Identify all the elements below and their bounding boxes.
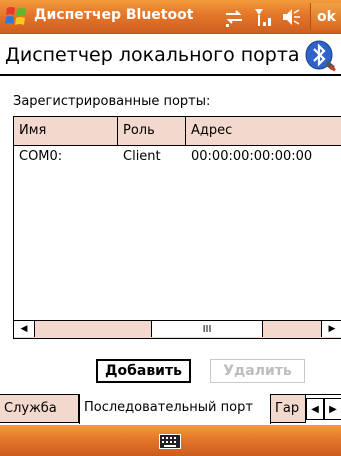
signal-icon[interactable] (252, 6, 274, 28)
windows-start-icon[interactable] (4, 4, 30, 29)
title-bar: Диспетчер Bluetoot ok (0, 0, 341, 34)
header-divider (0, 74, 341, 76)
volume-icon[interactable] (280, 6, 302, 28)
menu-bar (0, 425, 341, 456)
tab-service[interactable]: Служба (0, 395, 79, 423)
tab-strip: Служба Последовательный порт Гар ◀ ▶ (0, 394, 341, 426)
tab-scroll-left-icon[interactable]: ◀ (306, 398, 324, 420)
scrollbar-track[interactable]: III (35, 321, 321, 338)
scroll-right-arrow-icon[interactable]: ▶ (321, 321, 341, 337)
registered-ports-label: Зарегистрированные порты: (13, 94, 211, 109)
column-header-role[interactable]: Роль (118, 117, 186, 145)
ok-button[interactable]: ok (310, 3, 341, 30)
tab-partial[interactable]: Гар (271, 395, 306, 423)
page-title: Диспетчер локального порта (5, 44, 300, 66)
ports-list[interactable]: Имя Роль Адрес COM0: Client 00:00:00:00:… (13, 116, 341, 339)
page-header: Диспетчер локального порта (0, 34, 341, 76)
tab-serial-port[interactable]: Последовательный порт (79, 394, 271, 424)
port-address: 00:00:00:00:00:00 (191, 149, 313, 164)
port-name: COM0: (19, 149, 63, 164)
bluetooth-icon (305, 40, 336, 72)
port-role: Client (123, 149, 161, 164)
add-button[interactable]: Добавить (96, 359, 191, 383)
sync-icon[interactable] (224, 6, 244, 28)
keyboard-icon[interactable] (159, 434, 181, 449)
column-header-name[interactable]: Имя (14, 117, 118, 145)
scrollbar-thumb[interactable]: III (151, 321, 263, 337)
window-title: Диспетчер Bluetoot (34, 7, 194, 23)
delete-button[interactable]: Удалить (210, 359, 305, 383)
column-header-address[interactable]: Адрес (186, 117, 341, 145)
table-row[interactable]: COM0: Client 00:00:00:00:00:00 (14, 147, 341, 164)
scroll-left-arrow-icon[interactable]: ◀ (14, 321, 35, 337)
list-header: Имя Роль Адрес (14, 117, 341, 146)
horizontal-scrollbar[interactable]: ◀ III ▶ (14, 320, 341, 338)
tab-scroll-right-icon[interactable]: ▶ (324, 398, 341, 420)
